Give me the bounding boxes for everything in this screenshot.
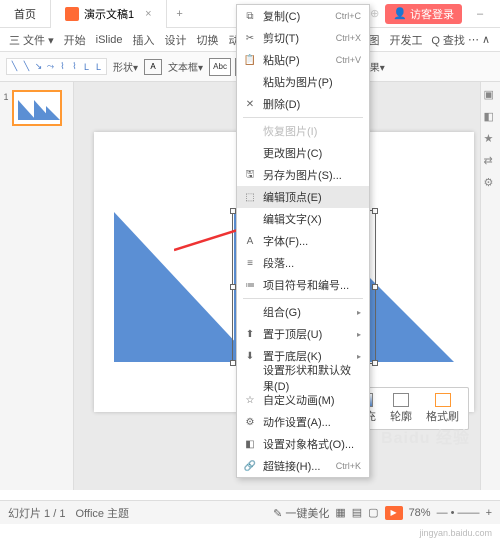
menu-islide[interactable]: iSlide	[93, 34, 126, 46]
ctx-剪切(T)[interactable]: ✂剪切(T)Ctrl+X	[237, 27, 369, 49]
style-preset-1[interactable]: Abc	[209, 58, 231, 76]
view-read-icon[interactable]: ▢	[368, 506, 378, 519]
user-icon: 👤	[393, 7, 407, 20]
ctx-复制(C)[interactable]: ⧉复制(C)Ctrl+C	[237, 5, 369, 27]
footer-watermark: jingyan.baidu.com	[419, 528, 492, 538]
anim-icon[interactable]: ★	[484, 132, 498, 146]
view-sorter-icon[interactable]: ▤	[352, 506, 362, 519]
ctx-删除(D)[interactable]: ✕删除(D)	[237, 93, 369, 115]
slide-panel: 1	[0, 82, 74, 490]
slide-number: 1	[4, 92, 9, 102]
shape-gallery[interactable]: ╲╲↘⤳ ⌇⌇LL	[6, 58, 107, 75]
ctx-超链接(H)...[interactable]: 🔗超链接(H)...Ctrl+K	[237, 455, 369, 477]
ctx-项目符号和编号...[interactable]: ≔项目符号和编号...	[237, 274, 369, 296]
share-icon[interactable]: ⋯	[468, 33, 479, 46]
ctx-更改图片(C)[interactable]: 更改图片(C)	[237, 142, 369, 164]
zoom-out-icon[interactable]: +	[486, 507, 492, 519]
file-menu[interactable]: 三 文件 ▾	[6, 32, 57, 48]
ctx-恢复图片(I)[interactable]: 恢复图片(I)	[237, 120, 369, 142]
right-sidebar: ▣ ◧ ★ ⇄ ⚙	[480, 82, 500, 490]
ppt-icon	[65, 7, 79, 21]
view-normal-icon[interactable]: ▦	[335, 506, 345, 519]
menu-dev[interactable]: 开发工	[387, 32, 426, 48]
context-menu: ⧉复制(C)Ctrl+C✂剪切(T)Ctrl+X📋粘贴(P)Ctrl+V粘贴为图…	[236, 4, 370, 478]
cloud-icon[interactable]: ⊕	[370, 7, 379, 20]
select-icon[interactable]: ▣	[484, 88, 498, 102]
close-tab-icon[interactable]: ×	[145, 8, 151, 20]
ctx-另存为图片(S)...[interactable]: 🖫另存为图片(S)...	[237, 164, 369, 186]
statusbar: 幻灯片 1 / 1 Office 主题 ✎ 一键美化 ▦ ▤ ▢ ▶ 78% —…	[0, 500, 500, 524]
beautify-button[interactable]: ✎ 一键美化	[273, 505, 329, 521]
new-tab-button[interactable]: +	[167, 0, 193, 28]
theme-label: Office 主题	[75, 505, 129, 521]
search-label[interactable]: Q 查找	[431, 32, 465, 48]
doc-title: 演示文稿1	[84, 6, 134, 22]
fmt-painter[interactable]: 格式刷	[420, 391, 465, 426]
palette-icon[interactable]: ◧	[484, 110, 498, 124]
textbox-dropdown[interactable]: 文本框▾	[166, 59, 205, 74]
minimize-button[interactable]: ‒	[468, 2, 492, 26]
menu-insert[interactable]: 插入	[130, 32, 158, 48]
login-button[interactable]: 👤 访客登录	[385, 4, 462, 24]
prop-icon[interactable]: ⚙	[484, 176, 498, 190]
ctx-粘贴(P)[interactable]: 📋粘贴(P)Ctrl+V	[237, 49, 369, 71]
ctx-字体(F)...[interactable]: A字体(F)...	[237, 230, 369, 252]
watermark: Baidu 经验	[381, 424, 470, 448]
ctx-自定义动画(M)[interactable]: ☆自定义动画(M)	[237, 389, 369, 411]
ctx-粘贴为图片(P)[interactable]: 粘贴为图片(P)	[237, 71, 369, 93]
ctx-段落...[interactable]: ≡段落...	[237, 252, 369, 274]
tab-home[interactable]: 首页	[0, 0, 51, 28]
play-button[interactable]: ▶	[385, 506, 403, 520]
shape-dropdown[interactable]: 形状▾	[111, 59, 140, 74]
slide-indicator: 幻灯片 1 / 1	[8, 505, 65, 521]
slide-thumbnail-1[interactable]: 1	[12, 90, 62, 126]
more-icon[interactable]: ∧	[482, 33, 490, 46]
textbox-icon[interactable]: A	[144, 59, 162, 75]
ctx-置于顶层(U)[interactable]: ⬆置于顶层(U)▸	[237, 323, 369, 345]
ctx-组合(G)[interactable]: 组合(G)▸	[237, 301, 369, 323]
menu-design[interactable]: 设计	[162, 32, 190, 48]
ctx-编辑文字(X)[interactable]: 编辑文字(X)	[237, 208, 369, 230]
menu-transition[interactable]: 切换	[194, 32, 222, 48]
fmt-outline[interactable]: 轮廓	[384, 391, 418, 426]
ctx-编辑顶点(E)[interactable]: ⬚编辑顶点(E)	[237, 186, 369, 208]
ctx-动作设置(A)...[interactable]: ⚙动作设置(A)...	[237, 411, 369, 433]
zoom-slider[interactable]: — • ——	[437, 507, 480, 519]
menu-start[interactable]: 开始	[61, 32, 89, 48]
trans-icon[interactable]: ⇄	[484, 154, 498, 168]
ctx-设置形状和默认效果(D)[interactable]: 设置形状和默认效果(D)	[237, 367, 369, 389]
ctx-设置对象格式(O)...[interactable]: ◧设置对象格式(O)...	[237, 433, 369, 455]
zoom-value[interactable]: 78%	[409, 507, 431, 519]
tab-document[interactable]: 演示文稿1 ×	[51, 0, 167, 28]
